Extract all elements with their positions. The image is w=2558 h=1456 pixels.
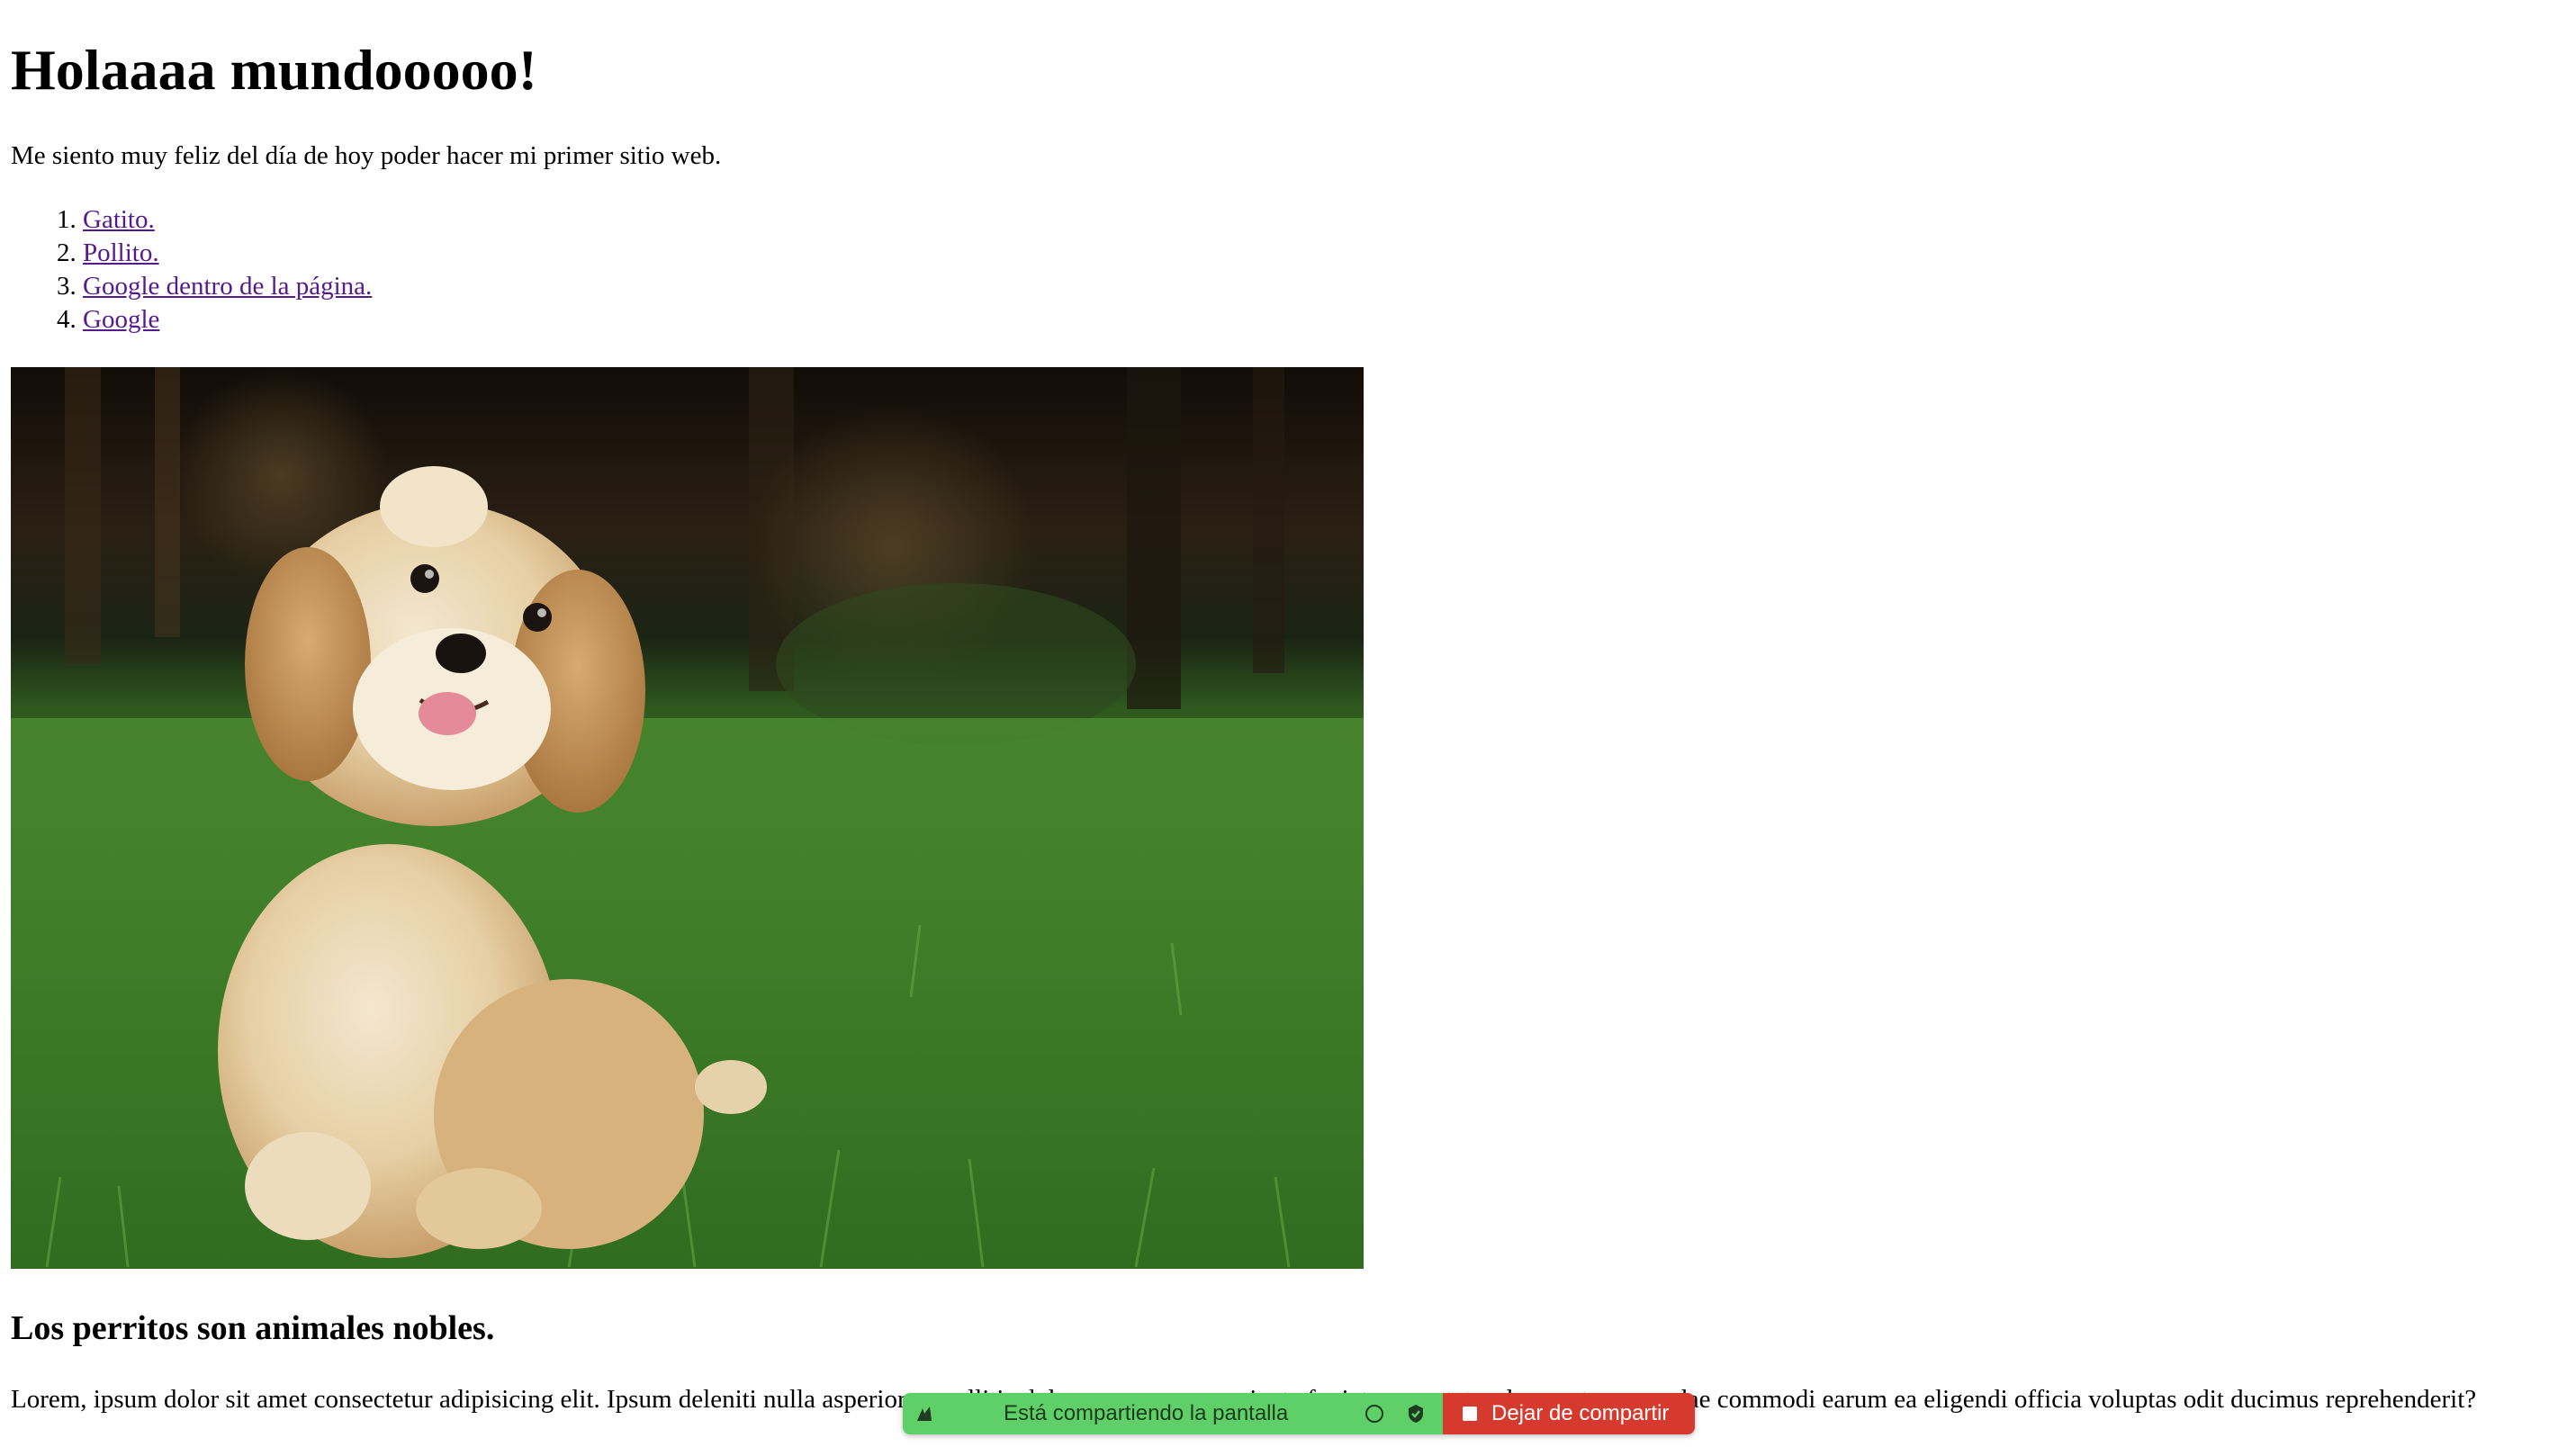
puppy-photo <box>11 367 1364 1269</box>
list-item: Google dentro de la página. <box>83 270 372 303</box>
sharing-status-text: Está compartiendo la pantalla <box>1004 1401 1289 1425</box>
sharing-indicator-icon[interactable] <box>1364 1403 1385 1425</box>
link-gatito[interactable]: Gatito. <box>83 205 155 234</box>
link-google-embedded[interactable]: Google dentro de la página. <box>83 272 372 301</box>
link-pollito[interactable]: Pollito. <box>83 238 159 267</box>
stop-sharing-button[interactable]: Dejar de compartir <box>1443 1393 1695 1434</box>
link-list: Gatito. Pollito. Google dentro de la pág… <box>11 203 372 337</box>
drag-handle-icon[interactable] <box>912 1401 937 1426</box>
stop-icon <box>1463 1407 1477 1421</box>
list-item: Google <box>83 303 372 337</box>
list-item: Gatito. <box>83 203 372 237</box>
share-status-panel: Está compartiendo la pantalla <box>903 1393 1443 1434</box>
stop-sharing-label: Dejar de compartir <box>1491 1401 1670 1425</box>
screen-share-bar: Está compartiendo la pantalla Dejar de c… <box>903 1393 1695 1434</box>
link-google[interactable]: Google <box>83 305 159 334</box>
intro-paragraph: Me siento muy feliz del día de hoy poder… <box>11 141 722 170</box>
shield-check-icon[interactable] <box>1405 1403 1427 1425</box>
section-heading: Los perritos son animales nobles. <box>11 1309 495 1347</box>
list-item: Pollito. <box>83 237 372 270</box>
page-title: Holaaaa mundooooo! <box>11 38 537 102</box>
